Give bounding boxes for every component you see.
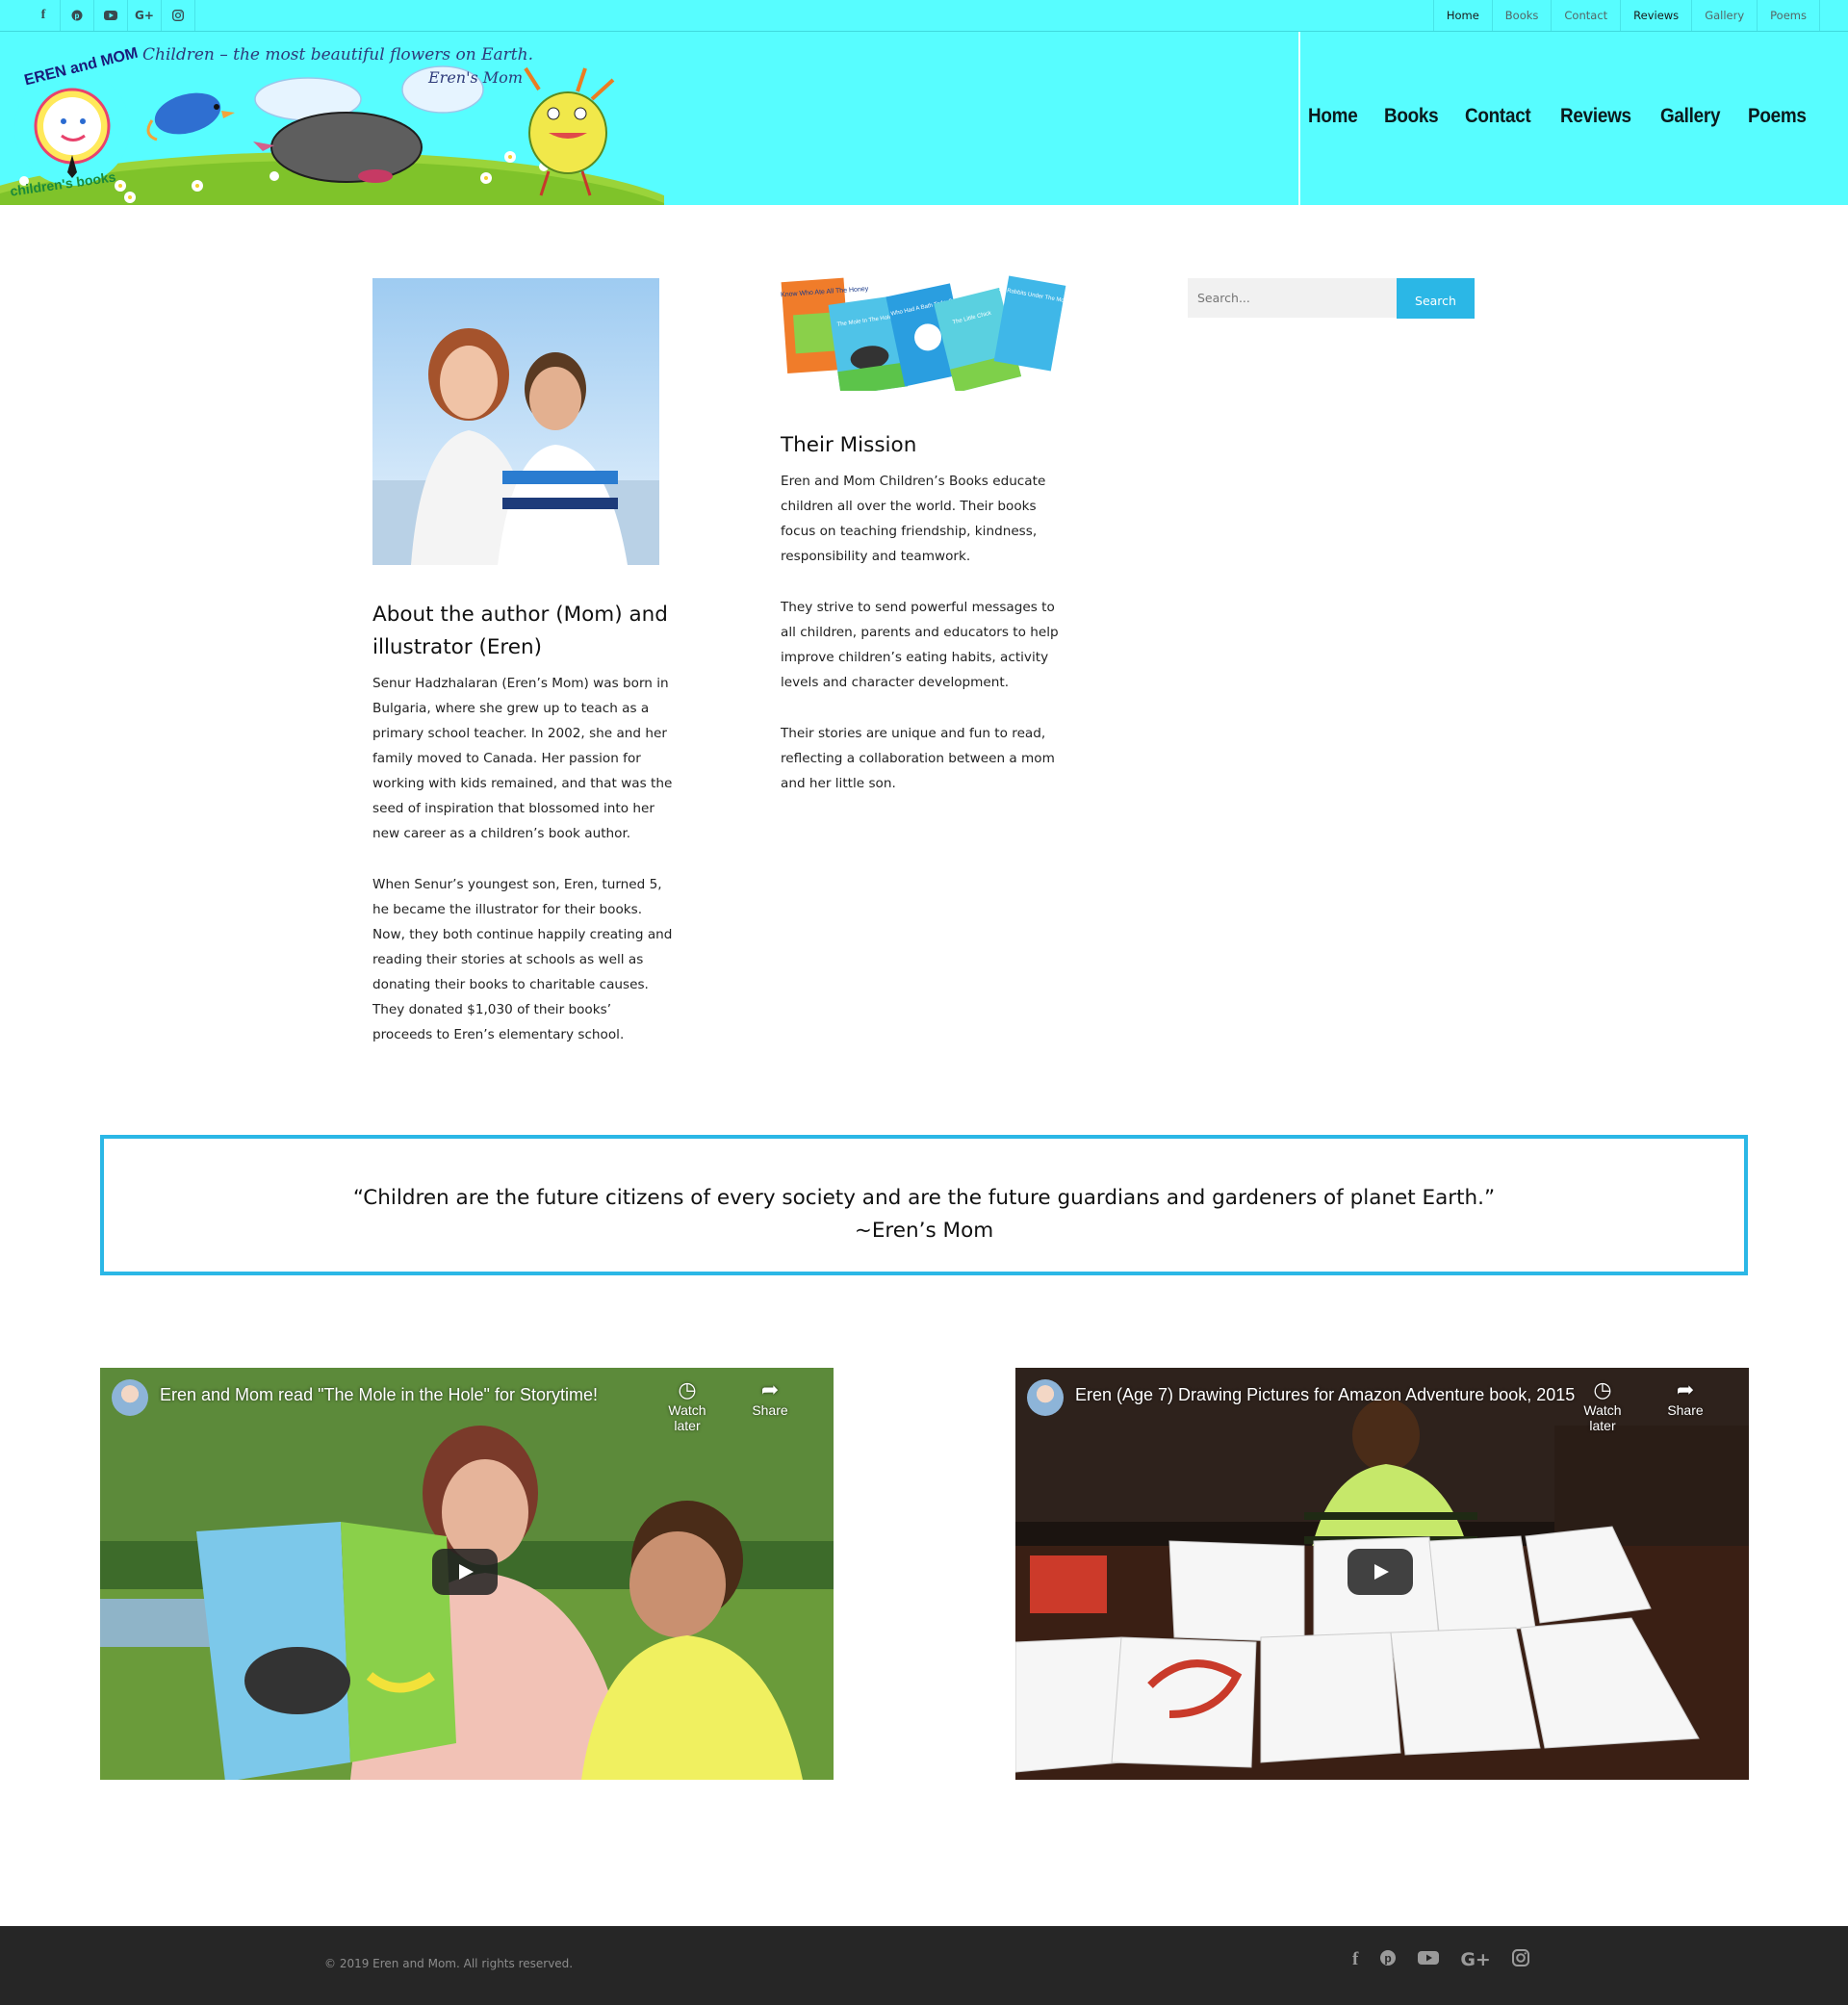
top-bar: f p G+ Home Books Contact Reviews Galler… <box>0 0 1848 32</box>
youtube-icon[interactable] <box>94 0 128 31</box>
share-button[interactable]: ➦ Share <box>739 1377 801 1418</box>
header-banner[interactable]: EREN and MOM children's books Children –… <box>0 32 664 205</box>
quote-text: “Children are the future citizens of eve… <box>352 1186 1496 1210</box>
header-tagline: Children – the most beautiful flowers on… <box>142 45 533 64</box>
channel-avatar[interactable] <box>1027 1379 1064 1416</box>
mission-section-title: Their Mission <box>781 433 917 457</box>
top-nav-books[interactable]: Books <box>1491 0 1552 31</box>
header-divider <box>1298 32 1300 205</box>
share-button[interactable]: ➦ Share <box>1655 1377 1716 1418</box>
watch-later-button[interactable]: ◷ Watch later <box>656 1377 718 1433</box>
share-label: Share <box>1667 1402 1704 1418</box>
youtube-icon[interactable] <box>1418 1949 1440 1971</box>
svg-text:p: p <box>1385 1952 1392 1966</box>
top-nav-poems[interactable]: Poems <box>1757 0 1820 31</box>
watch-later-button[interactable]: ◷ Watch later <box>1572 1377 1633 1433</box>
clock-icon: ◷ <box>678 1377 697 1401</box>
top-nav-reviews[interactable]: Reviews <box>1620 0 1691 31</box>
clock-icon: ◷ <box>1593 1377 1612 1401</box>
nav-poems[interactable]: Poems <box>1748 105 1807 128</box>
google-plus-icon[interactable]: G+ <box>128 0 162 31</box>
share-label: Share <box>752 1402 788 1418</box>
instagram-icon[interactable] <box>1511 1949 1529 1971</box>
nav-books[interactable]: Books <box>1384 105 1439 128</box>
book-covers-image: Do You Know Who Ate All The Honey The Mo… <box>757 275 1071 396</box>
share-icon: ➦ <box>760 1377 780 1401</box>
top-nav: Home Books Contact Reviews Gallery Poems <box>1432 0 1820 31</box>
pinterest-icon[interactable]: p <box>1379 1949 1397 1971</box>
nav-contact[interactable]: Contact <box>1465 105 1531 128</box>
header-tagline-author: Eren's Mom <box>428 68 523 87</box>
share-icon: ➦ <box>1676 1377 1695 1401</box>
author-section-title: About the author (Mom) and illustrator (… <box>372 603 668 659</box>
search-button[interactable]: Search <box>1397 278 1475 319</box>
author-paragraph-1: Senur Hadzhalaran (Eren’s Mom) was born … <box>372 676 673 841</box>
nav-home[interactable]: Home <box>1308 105 1358 128</box>
mission-paragraph-1: Eren and Mom Children’s Books educate ch… <box>781 474 1046 564</box>
site-header: EREN and MOM children's books Children –… <box>0 32 1848 205</box>
facebook-icon[interactable]: f <box>27 0 61 31</box>
play-button[interactable] <box>432 1549 498 1595</box>
site-footer: © 2019 Eren and Mom. All rights reserved… <box>0 1926 1848 2005</box>
top-social-links: f p G+ <box>27 0 195 31</box>
facebook-icon[interactable]: f <box>1352 1949 1358 1971</box>
top-nav-gallery[interactable]: Gallery <box>1691 0 1757 31</box>
svg-text:p: p <box>75 12 80 20</box>
video-title[interactable]: Eren (Age 7) Drawing Pictures for Amazon… <box>1075 1385 1575 1405</box>
watch-later-label: Watch later <box>1583 1402 1622 1433</box>
author-paragraph-2: When Senur’s youngest son, Eren, turned … <box>372 877 673 1042</box>
quote-attribution: ~Eren’s Mom <box>854 1219 994 1243</box>
channel-avatar[interactable] <box>112 1379 148 1416</box>
nav-reviews[interactable]: Reviews <box>1560 105 1631 128</box>
quote-box: “Children are the future citizens of eve… <box>100 1135 1748 1275</box>
main-nav: Home Books Contact Reviews Gallery Poems <box>1308 105 1812 128</box>
video-player-2[interactable]: Eren (Age 7) Drawing Pictures for Amazon… <box>1015 1368 1749 1780</box>
video-player-1[interactable]: Eren and Mom read "The Mole in the Hole"… <box>100 1368 834 1780</box>
pinterest-icon[interactable]: p <box>61 0 94 31</box>
video-title[interactable]: Eren and Mom read "The Mole in the Hole"… <box>160 1385 598 1405</box>
google-plus-icon[interactable]: G+ <box>1460 1949 1491 1971</box>
search-input[interactable] <box>1188 278 1398 318</box>
instagram-icon[interactable] <box>162 0 195 31</box>
watch-later-label: Watch later <box>668 1402 706 1433</box>
mission-paragraph-3: Their stories are unique and fun to read… <box>781 726 1055 791</box>
mission-paragraph-2: They strive to send powerful messages to… <box>781 600 1059 690</box>
copyright-text: © 2019 Eren and Mom. All rights reserved… <box>324 1957 574 1970</box>
footer-social-links: f p G+ <box>1352 1949 1529 1971</box>
author-photo <box>372 278 659 565</box>
play-button[interactable] <box>1348 1549 1413 1595</box>
top-nav-contact[interactable]: Contact <box>1551 0 1620 31</box>
top-nav-home[interactable]: Home <box>1432 0 1492 31</box>
nav-gallery[interactable]: Gallery <box>1660 105 1720 128</box>
